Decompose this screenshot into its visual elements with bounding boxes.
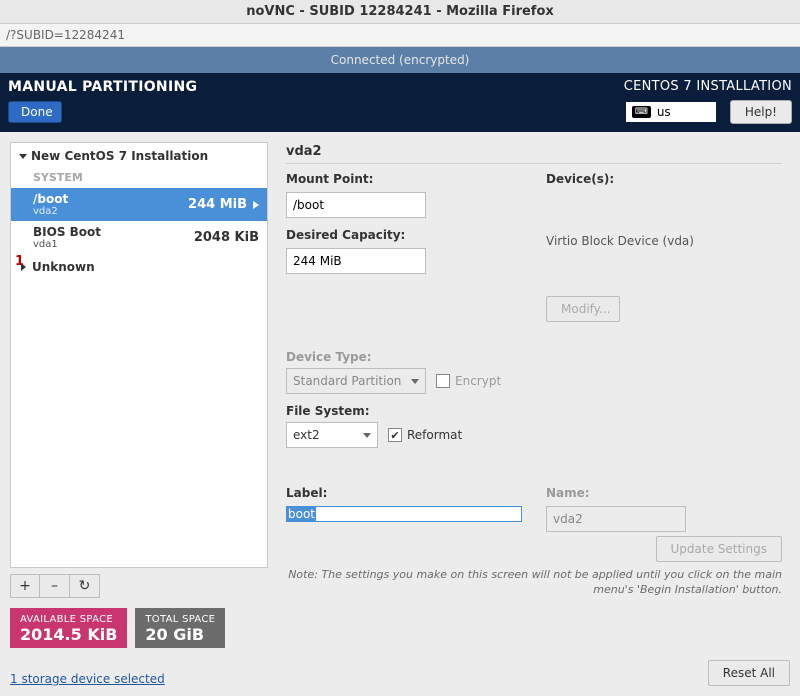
install-tree-header[interactable]: New CentOS 7 Installation [11, 143, 267, 169]
chevron-right-icon [253, 201, 259, 209]
done-button[interactable]: Done [8, 101, 62, 123]
detail-title: vda2 [286, 144, 782, 164]
sidebar: New CentOS 7 Installation SYSTEM /boot v… [10, 142, 268, 598]
reset-all-button[interactable]: Reset All [708, 660, 790, 686]
partition-actions: + – ↻ [10, 574, 268, 598]
partition-device: vda2 [33, 206, 68, 217]
partition-name: /boot [33, 192, 68, 206]
device-type-value: Standard Partition [293, 374, 401, 388]
partition-name: BIOS Boot [33, 225, 101, 239]
keyboard-icon: ⌨ [632, 106, 651, 118]
url-bar[interactable]: /?SUBID=12284241 [0, 24, 800, 47]
label-label: Label: [286, 486, 522, 500]
note-text: Note: The settings you make on this scre… [286, 568, 782, 598]
available-space-box: AVAILABLE SPACE 2014.5 KiB [10, 608, 127, 648]
label-value: boot [287, 507, 316, 521]
help-button[interactable]: Help! [730, 100, 792, 124]
encrypt-checkbox[interactable] [436, 374, 450, 388]
total-space-label: TOTAL SPACE [145, 614, 215, 625]
device-type-dropdown[interactable]: Standard Partition [286, 368, 426, 394]
filesystem-value: ext2 [293, 428, 320, 442]
name-input [546, 506, 686, 532]
total-space-box: TOTAL SPACE 20 GiB [135, 608, 225, 648]
chevron-down-icon [411, 379, 419, 384]
detail-pane: vda2 Mount Point: Desired Capacity: Devi… [286, 142, 790, 598]
system-label: SYSTEM [11, 169, 267, 188]
chevron-down-icon [19, 154, 27, 159]
partition-size: 2048 KiB [194, 230, 259, 245]
desired-capacity-label: Desired Capacity: [286, 228, 522, 242]
install-title: CENTOS 7 INSTALLATION [624, 79, 792, 94]
partition-row-boot[interactable]: /boot vda2 244 MiB [11, 188, 267, 221]
label-input[interactable]: boot [286, 506, 522, 522]
name-label: Name: [546, 486, 782, 500]
total-space-value: 20 GiB [145, 625, 215, 644]
chevron-down-icon [363, 433, 371, 438]
available-space-label: AVAILABLE SPACE [20, 614, 117, 625]
footer: AVAILABLE SPACE 2014.5 KiB TOTAL SPACE 2… [0, 604, 800, 696]
keyboard-layout-value: us [657, 105, 671, 119]
reload-button[interactable]: ↻ [70, 574, 100, 598]
mount-point-label: Mount Point: [286, 172, 522, 186]
modify-button[interactable]: Modify... [546, 296, 620, 322]
update-settings-button[interactable]: Update Settings [656, 536, 783, 562]
devices-label: Device(s): [546, 172, 782, 186]
remove-partition-button[interactable]: – [40, 574, 70, 598]
partition-row-biosboot[interactable]: BIOS Boot vda1 2048 KiB [11, 221, 267, 254]
main-area: New CentOS 7 Installation SYSTEM /boot v… [0, 132, 800, 604]
vnc-status-bar: Connected (encrypted) [0, 47, 800, 73]
device-text: Virtio Block Device (vda) [546, 234, 782, 248]
unknown-label: Unknown [32, 260, 95, 274]
available-space-value: 2014.5 KiB [20, 625, 117, 644]
reformat-checkbox[interactable] [388, 428, 402, 442]
partition-device: vda1 [33, 239, 101, 250]
install-tree-label: New CentOS 7 Installation [31, 149, 208, 163]
reformat-label: Reformat [407, 428, 462, 442]
browser-window-title: noVNC - SUBID 12284241 - Mozilla Firefox [0, 0, 800, 24]
filesystem-label: File System: [286, 404, 782, 418]
device-type-label: Device Type: [286, 350, 782, 364]
mount-point-input[interactable] [286, 192, 426, 218]
add-partition-button[interactable]: + [10, 574, 40, 598]
page-title: MANUAL PARTITIONING [8, 79, 197, 95]
keyboard-layout-selector[interactable]: ⌨ us [626, 102, 716, 122]
anaconda-header: MANUAL PARTITIONING Done CENTOS 7 INSTAL… [0, 73, 800, 132]
encrypt-label: Encrypt [455, 374, 501, 388]
partition-tree[interactable]: New CentOS 7 Installation SYSTEM /boot v… [10, 142, 268, 568]
filesystem-dropdown[interactable]: ext2 [286, 422, 378, 448]
unknown-count-badge: 1 [15, 254, 24, 269]
unknown-tree-header[interactable]: Unknown [11, 254, 267, 280]
partition-size: 244 MiB [188, 197, 247, 212]
desired-capacity-input[interactable] [286, 248, 426, 274]
